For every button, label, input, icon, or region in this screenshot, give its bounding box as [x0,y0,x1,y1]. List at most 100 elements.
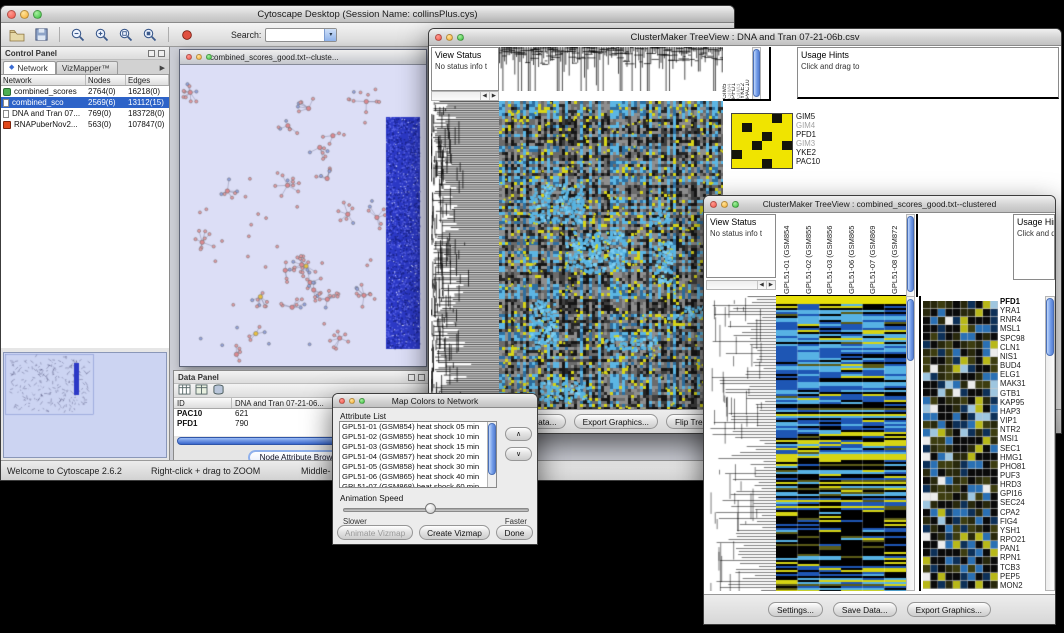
hide-panel-icon[interactable] [158,50,165,57]
attribute-item[interactable]: GPL51-05 (GSM858) heat shock 30 min [340,462,487,472]
dialog-button[interactable]: Done [496,525,533,540]
vertical-scrollbar[interactable] [906,296,915,591]
gene-label[interactable]: RPN1 [1000,553,1042,562]
scroll-right-icon[interactable]: ▶ [766,281,775,289]
row-dendrogram[interactable] [431,101,499,411]
save-icon[interactable] [31,25,51,44]
gene-label[interactable]: HMG1 [1000,453,1042,462]
gene-label[interactable]: RNR4 [1000,315,1042,324]
heatmap-canvas[interactable] [776,296,906,591]
vertical-scrollbar[interactable] [1045,296,1055,591]
gene-label[interactable]: GPI16 [1000,489,1042,498]
zoom-button[interactable] [732,201,739,208]
scroll-left-icon[interactable]: ◀ [757,281,766,289]
gene-label[interactable]: KAP95 [1000,398,1042,407]
scrollbar-thumb[interactable] [1046,298,1054,356]
close-button[interactable] [186,54,192,60]
gene-label[interactable]: SEC24 [1000,498,1042,507]
list-scrollbar[interactable] [487,422,496,487]
column-label[interactable]: GIM5 [723,47,728,99]
row-dendrogram-canvas[interactable] [431,101,499,411]
gene-label[interactable]: HRD3 [1000,480,1042,489]
move-down-button[interactable]: ∨ [505,447,532,461]
gene-label[interactable]: MON2 [1000,581,1042,590]
minimize-button[interactable] [721,201,728,208]
float-panel-icon[interactable] [408,374,415,381]
heatmap-canvas[interactable] [499,101,723,411]
cytoscape-titlebar[interactable]: Cytoscape Desktop (Session Name: collins… [1,6,734,23]
zoom-out-icon[interactable] [68,25,88,44]
attribute-item[interactable]: GPL51-06 (GSM865) heat shock 40 min [340,472,487,482]
gene-label[interactable]: PEP5 [1000,572,1042,581]
gene-label[interactable]: MAK31 [1000,379,1042,388]
treeview-button[interactable]: Save Data... [833,602,897,617]
array-label[interactable]: GPL51-03 (GSM856 [819,214,841,294]
scrollbar-thumb[interactable] [488,423,496,475]
column-header[interactable]: Nodes [86,75,126,85]
close-button[interactable] [339,398,345,404]
dialog-button[interactable]: Animate Vizmap [337,525,413,540]
tv1-zoom-matrix[interactable] [731,113,793,169]
gene-label[interactable]: NTR2 [1000,425,1042,434]
slider-thumb[interactable] [425,503,436,514]
gene-label[interactable]: PFD1 [1000,297,1042,306]
birdseye-canvas[interactable] [4,353,166,457]
gene-label[interactable]: FIG4 [1000,517,1042,526]
gene-label[interactable]: SEC1 [1000,444,1042,453]
tab-scroll-right-icon[interactable]: ▶ [160,64,169,74]
vertical-scrollbar[interactable] [752,47,761,101]
attribute-list[interactable]: GPL51-01 (GSM854) heat shock 05 min GPL51… [339,421,497,488]
treeview1-titlebar[interactable]: ClusterMaker TreeView : DNA and Tran 07-… [429,29,1061,46]
gene-label[interactable]: PUF3 [1000,471,1042,480]
minimize-button[interactable] [349,398,355,404]
treeview-button[interactable]: Export Graphics... [907,602,991,617]
treeview2-titlebar[interactable]: ClusterMaker TreeView : combined_scores_… [704,196,1055,213]
gene-label[interactable]: GIM5 [796,112,820,121]
network-view-titlebar[interactable]: combined_scores_good.txt--cluste... [180,50,426,65]
gene-label[interactable]: CPA2 [1000,508,1042,517]
gene-label[interactable]: YKE2 [796,148,820,157]
zoom-heatmap-canvas[interactable] [923,301,998,589]
dialog-button[interactable]: Create Vizmap [419,525,490,540]
network-row[interactable]: DNA and Tran 07... 769(0) 183728(0) [1,108,169,119]
network-canvas[interactable] [180,65,426,366]
array-label[interactable]: GPL51-01 (GSM854 [776,214,798,294]
attribute-item[interactable]: GPL51-07 (GSM868) heat shock 60 min [340,482,487,488]
gene-label[interactable]: GTB1 [1000,389,1042,398]
zoom-button[interactable] [206,54,212,60]
minimize-button[interactable] [196,54,202,60]
scrollbar-thumb[interactable] [753,49,760,97]
gene-label[interactable]: MSI1 [1000,434,1042,443]
gene-label[interactable]: PFD1 [796,130,820,139]
search-input[interactable]: ▾ [265,28,337,42]
gene-label[interactable]: RPO21 [1000,535,1042,544]
vertical-scrollbar[interactable] [906,214,915,297]
gene-label[interactable]: YSH1 [1000,526,1042,535]
network-row[interactable]: combined_scores 2764(0) 16218(0) [1,86,169,97]
treeview-button[interactable]: Export Graphics... [574,414,658,429]
column-header[interactable]: Network [1,75,86,85]
dialog-titlebar[interactable]: Map Colors to Network [333,394,537,408]
chevron-down-icon[interactable]: ▾ [324,29,336,41]
array-label[interactable]: GPL51-06 (GSM865 [841,214,863,294]
treeview-button[interactable]: Settings... [768,602,823,617]
attribute-item[interactable]: GPL51-01 (GSM854) heat shock 05 min [340,422,487,432]
move-up-button[interactable]: ∧ [505,427,532,441]
horizontal-scrollbar[interactable]: ◀▶ [706,280,776,290]
annotation-icon[interactable] [177,25,197,44]
gene-label[interactable]: YRA1 [1000,306,1042,315]
gene-label[interactable]: CLN1 [1000,343,1042,352]
animation-speed-slider[interactable] [343,508,529,512]
horizontal-scrollbar[interactable]: ◀▶ [431,91,499,101]
gene-label[interactable]: VIP1 [1000,416,1042,425]
array-label[interactable]: GPL51-08 (GSM872 [884,214,906,294]
network-row[interactable]: RNAPuberNov2... 563(0) 107847(0) [1,119,169,130]
zoom-selected-icon[interactable] [140,25,160,44]
attribute-item[interactable]: GPL51-04 (GSM857) heat shock 20 min [340,452,487,462]
attribute-matrix-icon[interactable] [212,382,225,400]
gene-label[interactable]: SPC98 [1000,334,1042,343]
zoom-button[interactable] [33,10,42,19]
global-heatmap[interactable] [776,296,906,591]
gene-label[interactable]: NIS1 [1000,352,1042,361]
global-heatmap[interactable] [499,101,723,411]
